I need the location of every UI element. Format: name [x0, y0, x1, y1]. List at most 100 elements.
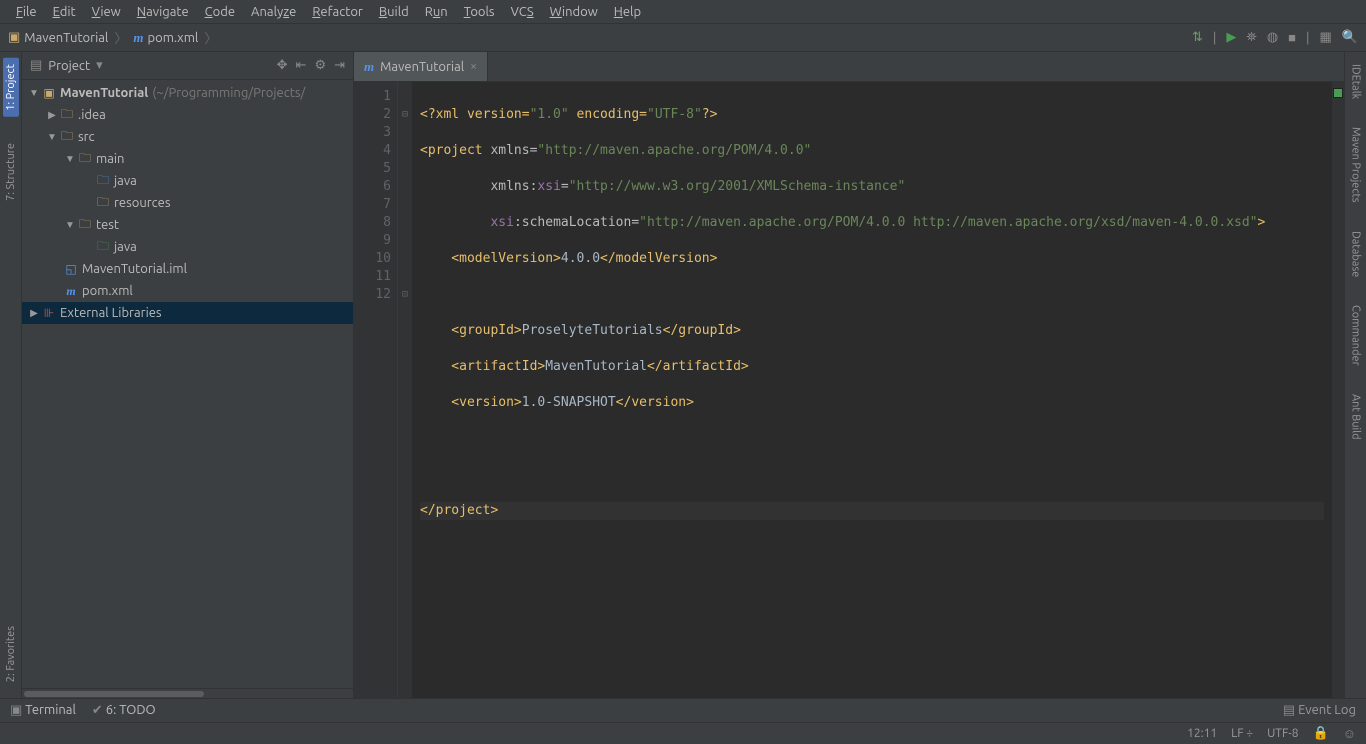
search-icon[interactable]: 🔍	[1342, 30, 1358, 45]
status-cursor-position[interactable]: 12:11	[1187, 727, 1217, 740]
menu-build[interactable]: Build	[371, 3, 417, 21]
breadcrumb-project[interactable]: ▣ MavenTutorial	[8, 30, 108, 45]
tree-idea[interactable]: ▶ 🗀 .idea	[22, 104, 353, 126]
tree-test-java[interactable]: 🗀 java	[22, 236, 353, 258]
locate-icon[interactable]: ✥	[277, 58, 288, 73]
left-tab-favorites[interactable]: 2: Favorites	[3, 620, 19, 688]
tree-resources[interactable]: 🗀 resources	[22, 192, 353, 214]
folder-icon: 🗀	[58, 127, 76, 148]
bottom-tab-terminal[interactable]: ▣ Terminal	[10, 703, 76, 718]
expand-arrow-icon[interactable]: ▼	[28, 87, 40, 99]
status-line-separator[interactable]: LF ÷	[1231, 727, 1253, 740]
menu-code[interactable]: Code	[197, 3, 243, 21]
tree-label: java	[114, 174, 137, 188]
breadcrumb-separator-end: 〉	[204, 28, 217, 47]
tree-main[interactable]: ▼ 🗀 main	[22, 148, 353, 170]
collapsed-arrow-icon[interactable]: ▶	[28, 307, 40, 319]
tree-label: java	[114, 240, 137, 254]
line-number-gutter: 123 456 789 101112	[354, 82, 398, 698]
tree-pom[interactable]: m pom.xml	[22, 280, 353, 302]
error-stripe[interactable]	[1332, 82, 1344, 698]
gear-icon[interactable]: ⚙	[314, 58, 326, 73]
right-tab-database[interactable]: Database	[1348, 225, 1364, 283]
editor-tabs: m MavenTutorial ×	[354, 52, 1344, 82]
menu-analyze[interactable]: Analyze	[243, 3, 304, 21]
tree-label: pom.xml	[82, 284, 133, 298]
menu-edit[interactable]: Edit	[45, 3, 84, 21]
menu-window[interactable]: Window	[542, 3, 606, 21]
collapse-icon[interactable]: ⇤	[296, 58, 307, 73]
source-folder-icon: 🗀	[94, 171, 112, 192]
debug-icon[interactable]: ⛯	[1246, 30, 1256, 45]
status-encoding[interactable]: UTF-8	[1267, 727, 1298, 740]
breadcrumb: ▣ MavenTutorial 〉 m pom.xml 〉	[8, 28, 219, 47]
tree-label: test	[96, 218, 119, 232]
breadcrumb-file[interactable]: m pom.xml	[133, 30, 198, 46]
expand-arrow-icon[interactable]: ▼	[64, 219, 76, 231]
folder-icon: 🗀	[76, 215, 94, 236]
editor-body[interactable]: 123 456 789 101112 ⊟ ⊡ <?xml version="1.…	[354, 82, 1344, 698]
menu-view[interactable]: View	[84, 3, 129, 21]
right-tab-commander[interactable]: Commander	[1348, 299, 1364, 372]
menu-file[interactable]: File	[8, 3, 45, 21]
project-view-icon: ▤	[30, 58, 42, 73]
menu-bar: File Edit View Navigate Code Analyze Ref…	[0, 0, 1366, 24]
stop-icon[interactable]: ■	[1288, 30, 1296, 45]
project-structure-icon[interactable]: ▦	[1320, 30, 1332, 45]
folder-icon: 🗀	[58, 105, 76, 126]
breadcrumb-separator: 〉	[114, 28, 127, 47]
divider2: |	[1306, 31, 1310, 45]
menu-tools[interactable]: Tools	[456, 3, 503, 21]
libraries-icon: ⊪	[40, 306, 58, 320]
breadcrumb-file-label: pom.xml	[147, 31, 198, 45]
navigation-bar: ▣ MavenTutorial 〉 m pom.xml 〉 ⇅ | ▶ ⛯ ◍ …	[0, 24, 1366, 52]
right-tab-ant[interactable]: Ant Build	[1348, 388, 1364, 446]
fold-gutter[interactable]: ⊟ ⊡	[398, 82, 412, 698]
editor-area: m MavenTutorial × 123 456 789 101112 ⊟ ⊡…	[354, 52, 1344, 698]
tree-root[interactable]: ▼ ▣ MavenTutorial (~/Programming/Project…	[22, 82, 353, 104]
right-tab-idetalk[interactable]: IDEtalk	[1348, 58, 1364, 105]
menu-vcs[interactable]: VCS	[503, 3, 542, 21]
toolbar-right: ⇅ | ▶ ⛯ ◍ ■ | ▦ 🔍	[1192, 30, 1358, 45]
bottom-tab-todo[interactable]: ✔ 6: TODO	[92, 703, 156, 718]
tree-src[interactable]: ▼ 🗀 src	[22, 126, 353, 148]
scrollbar-thumb[interactable]	[24, 691, 204, 697]
editor-tab-maventutorial[interactable]: m MavenTutorial ×	[354, 52, 488, 81]
project-panel-title: Project	[48, 59, 90, 73]
close-icon[interactable]: ×	[470, 60, 477, 73]
left-tab-project[interactable]: 1: Project	[3, 58, 19, 117]
tree-main-java[interactable]: 🗀 java	[22, 170, 353, 192]
left-tool-gutter: 1: Project 7: Structure 2: Favorites	[0, 52, 22, 698]
todo-icon: ✔	[92, 703, 103, 717]
tree-root-label: MavenTutorial	[60, 86, 148, 100]
menu-refactor[interactable]: Refactor	[304, 3, 371, 21]
coverage-icon[interactable]: ◍	[1267, 30, 1278, 45]
run-icon[interactable]: ▶	[1226, 30, 1236, 45]
project-tree[interactable]: ▼ ▣ MavenTutorial (~/Programming/Project…	[22, 80, 353, 688]
terminal-icon: ▣	[10, 703, 22, 717]
compile-icon[interactable]: ⇅	[1192, 30, 1203, 45]
menu-run[interactable]: Run	[417, 3, 456, 21]
lock-icon[interactable]: 🔒	[1313, 726, 1329, 741]
tree-external-libraries[interactable]: ▶ ⊪ External Libraries	[22, 302, 353, 324]
code-editor[interactable]: <?xml version="1.0" encoding="UTF-8"?> <…	[412, 82, 1332, 698]
project-view-dropdown[interactable]: ▾	[96, 58, 103, 73]
bottom-tab-event-log[interactable]: ▤ Event Log	[1283, 703, 1356, 718]
menu-help[interactable]: Help	[606, 3, 649, 21]
main-area: 1: Project 7: Structure 2: Favorites ▤ P…	[0, 52, 1366, 698]
maven-icon: m	[62, 284, 80, 299]
expand-arrow-icon[interactable]: ▼	[64, 153, 76, 165]
project-tree-scrollbar[interactable]	[22, 688, 353, 698]
tree-label: src	[78, 130, 95, 144]
tree-test[interactable]: ▼ 🗀 test	[22, 214, 353, 236]
left-tab-structure[interactable]: 7: Structure	[3, 137, 19, 207]
project-panel-header: ▤ Project ▾ ✥ ⇤ ⚙ ⇥	[22, 52, 353, 80]
tree-iml[interactable]: ◱ MavenTutorial.iml	[22, 258, 353, 280]
hector-icon[interactable]: ☺	[1343, 726, 1356, 741]
module-icon: ▣	[40, 86, 58, 100]
right-tab-maven[interactable]: Maven Projects	[1348, 121, 1364, 209]
hide-icon[interactable]: ⇥	[334, 58, 345, 73]
expand-arrow-icon[interactable]: ▼	[46, 131, 58, 143]
menu-navigate[interactable]: Navigate	[129, 3, 197, 21]
collapsed-arrow-icon[interactable]: ▶	[46, 109, 58, 121]
